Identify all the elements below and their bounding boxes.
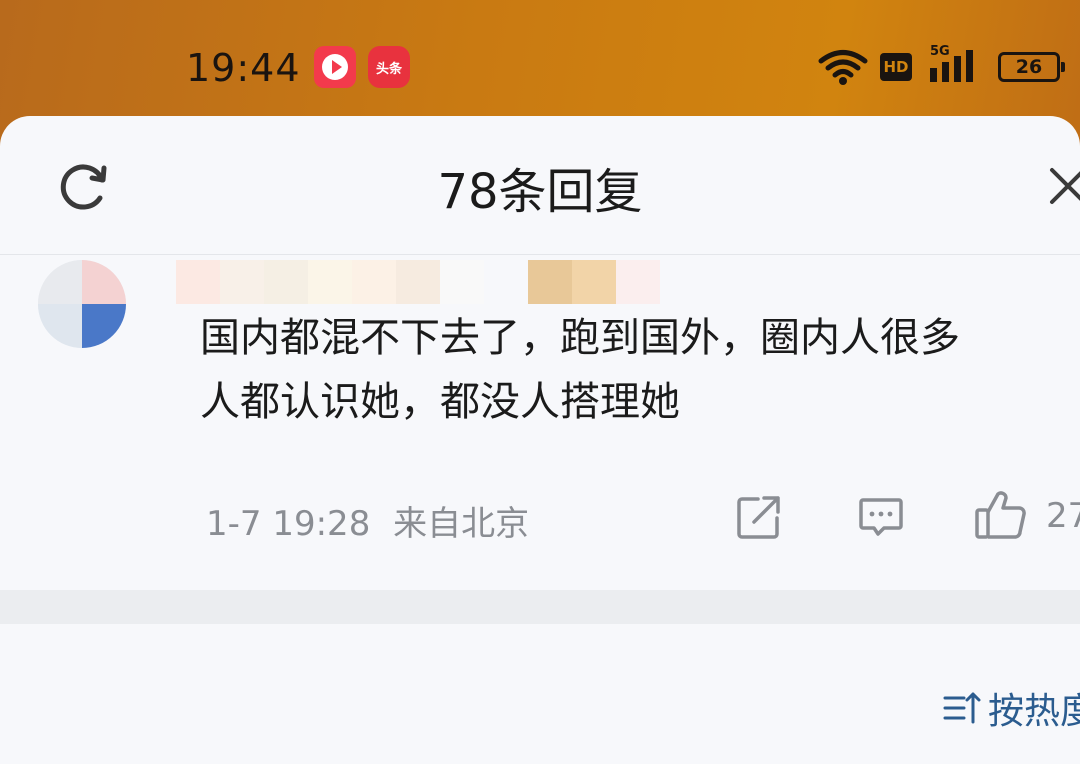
close-icon[interactable] (1048, 166, 1080, 206)
reply-icon[interactable] (858, 496, 904, 538)
comment-meta: 1-7 19:28 来自北京 (206, 496, 529, 545)
avatar[interactable] (38, 260, 126, 348)
section-divider (0, 590, 1080, 624)
hd-badge: HD (880, 53, 912, 81)
status-bar: 19:44 头条 HD 5G 26 (0, 0, 1080, 130)
video-app-icon (314, 46, 356, 88)
sort-icon[interactable] (942, 688, 982, 728)
status-time: 19:44 (186, 46, 301, 90)
thumbs-up-icon[interactable] (974, 490, 1028, 540)
comment-timestamp: 1-7 19:28 (206, 504, 371, 544)
page-title: 78条回复 (437, 164, 643, 220)
comment-text-line: 人都认识她，都没人搭理她 (200, 379, 680, 425)
news-app-icon: 头条 (368, 46, 410, 88)
username-redacted[interactable] (176, 260, 660, 304)
signal-strength-icon (930, 50, 973, 82)
comment-item: 国内都混不下去了，跑到国外，圈内人很多 人都认识她，都没人搭理她 1-7 19:… (0, 254, 1080, 590)
replies-sheet: 78条回复 国内都混不下去了，跑到国外，圈内人很多 人都认识她，都没人搭理她 1… (0, 116, 1080, 764)
sort-by-hot-button[interactable]: 按热度 (988, 682, 1080, 734)
comment-location: 来自北京 (393, 504, 530, 544)
battery-indicator: 26 (998, 52, 1065, 82)
wifi-icon (818, 50, 868, 85)
share-icon[interactable] (736, 494, 782, 540)
comment-text: 国内都混不下去了，跑到国外，圈内人很多 人都认识她，都没人搭理她 (200, 306, 1080, 434)
like-count: 27 (1046, 496, 1080, 536)
sheet-header: 78条回复 (0, 116, 1080, 255)
comment-text-line: 国内都混不下去了，跑到国外，圈内人很多 (200, 315, 960, 361)
